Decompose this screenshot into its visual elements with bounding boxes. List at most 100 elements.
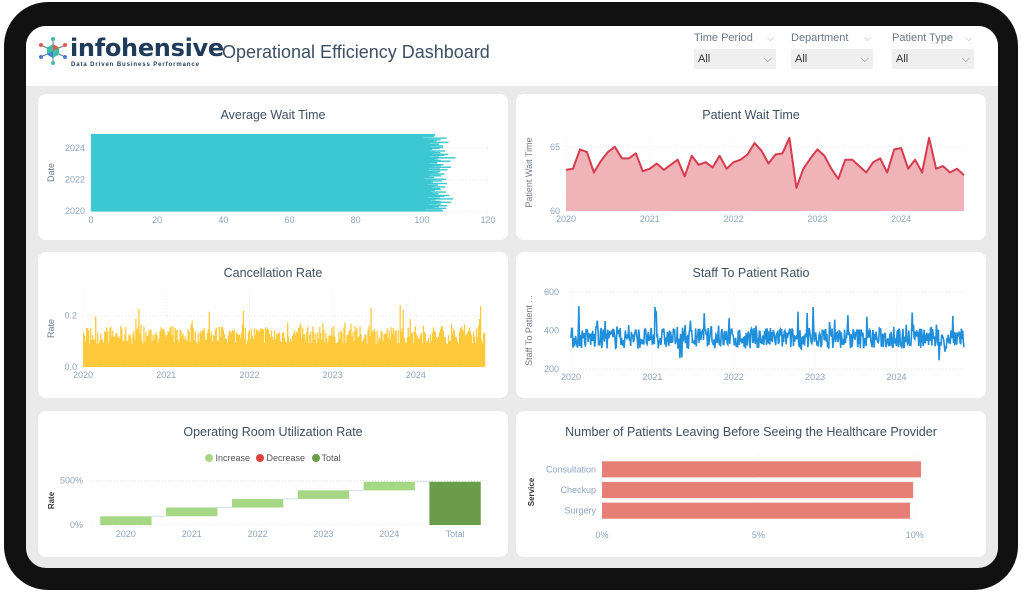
filter-patient-type: Patient Type ⌵ All ⌵ [892,30,974,69]
x-tick-label: 10% [906,530,924,540]
cancellation-rate-card: Cancellation Rate 0.0 0.2 2020 2021 2022 2023… [38,252,508,398]
staff-ratio-card: Staff To Patient Ratio 200 400 600 2020 2021… [516,252,986,398]
area-fill [566,137,964,211]
y-axis-title: Rate [47,491,56,509]
increase-bar [166,507,218,517]
x-tick-label: 120 [480,215,495,225]
logo-icon [39,37,67,65]
filter-label: Time Period [694,32,753,44]
increase-bar [231,498,284,508]
x-tick-label: 2024 [891,214,911,224]
x-tick-label: 2022 [724,214,744,224]
y-tick-label: 2020 [65,206,85,216]
y-tick-label: 2022 [65,175,85,185]
x-tick-label: 2020 [116,529,136,539]
time-period-dropdown[interactable]: All ⌵ [694,49,776,69]
filter-time-period: Time Period ⌵ All ⌵ [694,30,776,69]
filter-label: Department [791,32,849,44]
x-tick-label: 2021 [642,372,662,382]
x-tick-label: 2022 [239,370,259,380]
or-utilization-card: Operating Room Utilization Rate Increase… [38,411,508,557]
chevron-down-icon: ⌵ [961,53,970,65]
y-axis-title: Rate [46,319,56,338]
x-tick-label: 40 [218,215,228,225]
y-axis-title: Date [46,163,56,182]
chevron-down-icon[interactable]: ⌵ [864,30,871,46]
x-tick-label: 2024 [886,372,906,382]
bar-series [83,305,486,367]
total-bar [429,481,481,525]
y-tick-label: 65 [550,142,560,152]
y-tick-label: Checkup [560,485,596,495]
x-tick-label: 2021 [182,529,202,539]
series-line [570,306,965,361]
cancellation-rate-chart: 0.00.22020 2021 2022 2023 2024Rate [46,290,486,380]
x-tick-label: 5% [752,530,765,540]
increase-bar [297,490,350,499]
avg-wait-time-card: Average Wait Time 0 20 40 60 80 100 120 2020 202… [38,94,508,240]
x-tick-label: 2020 [73,370,93,380]
y-tick-label: 0% [70,520,83,530]
x-tick-label: 60 [284,215,294,225]
increase-bar [100,516,152,525]
page-title: Operational Efficiency Dashboard [222,42,490,62]
x-tick-label: 2024 [406,370,426,380]
x-tick-label: 2023 [805,372,825,382]
logo-wordmark: infohensive [70,34,224,62]
chevron-down-icon: ⌵ [860,53,869,65]
x-tick-label: Total [446,529,465,539]
bar [91,210,444,212]
filter-department: Department ⌵ All ⌵ [791,30,873,69]
x-tick-label: 2020 [561,372,581,382]
increase-bar [363,481,415,491]
dropdown-value: All [698,53,711,65]
y-tick-label: Consultation [546,464,596,474]
patient-type-dropdown[interactable]: All ⌵ [892,49,974,69]
x-tick-label: 2022 [248,529,268,539]
logo: infohensive Data Driven Business Perform… [38,34,224,72]
header-bar: infohensive Data Driven Business Perform… [26,26,998,86]
patient-wait-time-chart: 60652020 2021 2022 2023 2024Patient Wait Tim… [524,134,965,224]
dropdown-value: All [896,53,909,65]
y-tick-label: 200 [544,364,559,374]
patients-leaving-card: Number of Patients Leaving Before Seeing… [516,411,986,557]
bar [602,502,911,519]
dashboard-screen: infohensive Data Driven Business Perform… [26,26,998,568]
or-utilization-chart: 0% 500% Rate 2020 2021 2022 2023 2024 Total [47,475,488,539]
y-tick-label: 500% [60,475,83,485]
x-tick-label: 100 [414,215,429,225]
y-tick-label: 0.2 [64,311,77,321]
department-dropdown[interactable]: All ⌵ [791,49,873,69]
x-tick-label: 80 [351,215,361,225]
x-tick-label: 0% [595,530,608,540]
y-axis-title: Patient Wait Time [524,137,534,207]
x-tick-label: 2022 [724,372,744,382]
x-tick-label: 20 [152,215,162,225]
y-tick-label: 2024 [65,143,85,153]
bar [602,481,914,499]
patient-wait-time-card: Patient Wait Time 60 65 2020 2021 2022 2023 20… [516,94,986,240]
x-tick-label: 0 [88,215,93,225]
avg-wait-time-chart: 0 20 40 60 80 100 120 2020 2022 2024 Date [46,134,496,225]
x-tick-label: 2023 [313,529,333,539]
staff-ratio-chart: 200 400 600 2020 2021 2022 2023 2024 Staff To Pa… [524,287,965,382]
x-tick-label: 2023 [807,214,827,224]
chevron-down-icon: ⌵ [763,53,772,65]
x-tick-label: 2021 [156,370,176,380]
dropdown-value: All [795,53,808,65]
y-tick-label: Surgery [564,506,596,516]
y-tick-label: 400 [544,326,559,336]
chevron-down-icon[interactable]: ⌵ [767,30,774,46]
x-tick-label: 2024 [379,529,399,539]
x-tick-label: 2021 [640,214,660,224]
chevron-down-icon[interactable]: ⌵ [965,30,972,46]
patients-leaving-chart: 0% 5% 10% Service Consultation Checkup Surgery [527,455,924,540]
filter-label: Patient Type [892,32,953,44]
y-axis-title: Staff To Patient ... [524,295,534,366]
bar [602,461,921,478]
y-axis-title: Service [527,477,536,506]
y-tick-label: 600 [544,287,559,297]
x-tick-label: 2023 [323,370,343,380]
x-tick-label: 2020 [556,214,576,224]
logo-tagline: Data Driven Business Performance [71,62,200,68]
